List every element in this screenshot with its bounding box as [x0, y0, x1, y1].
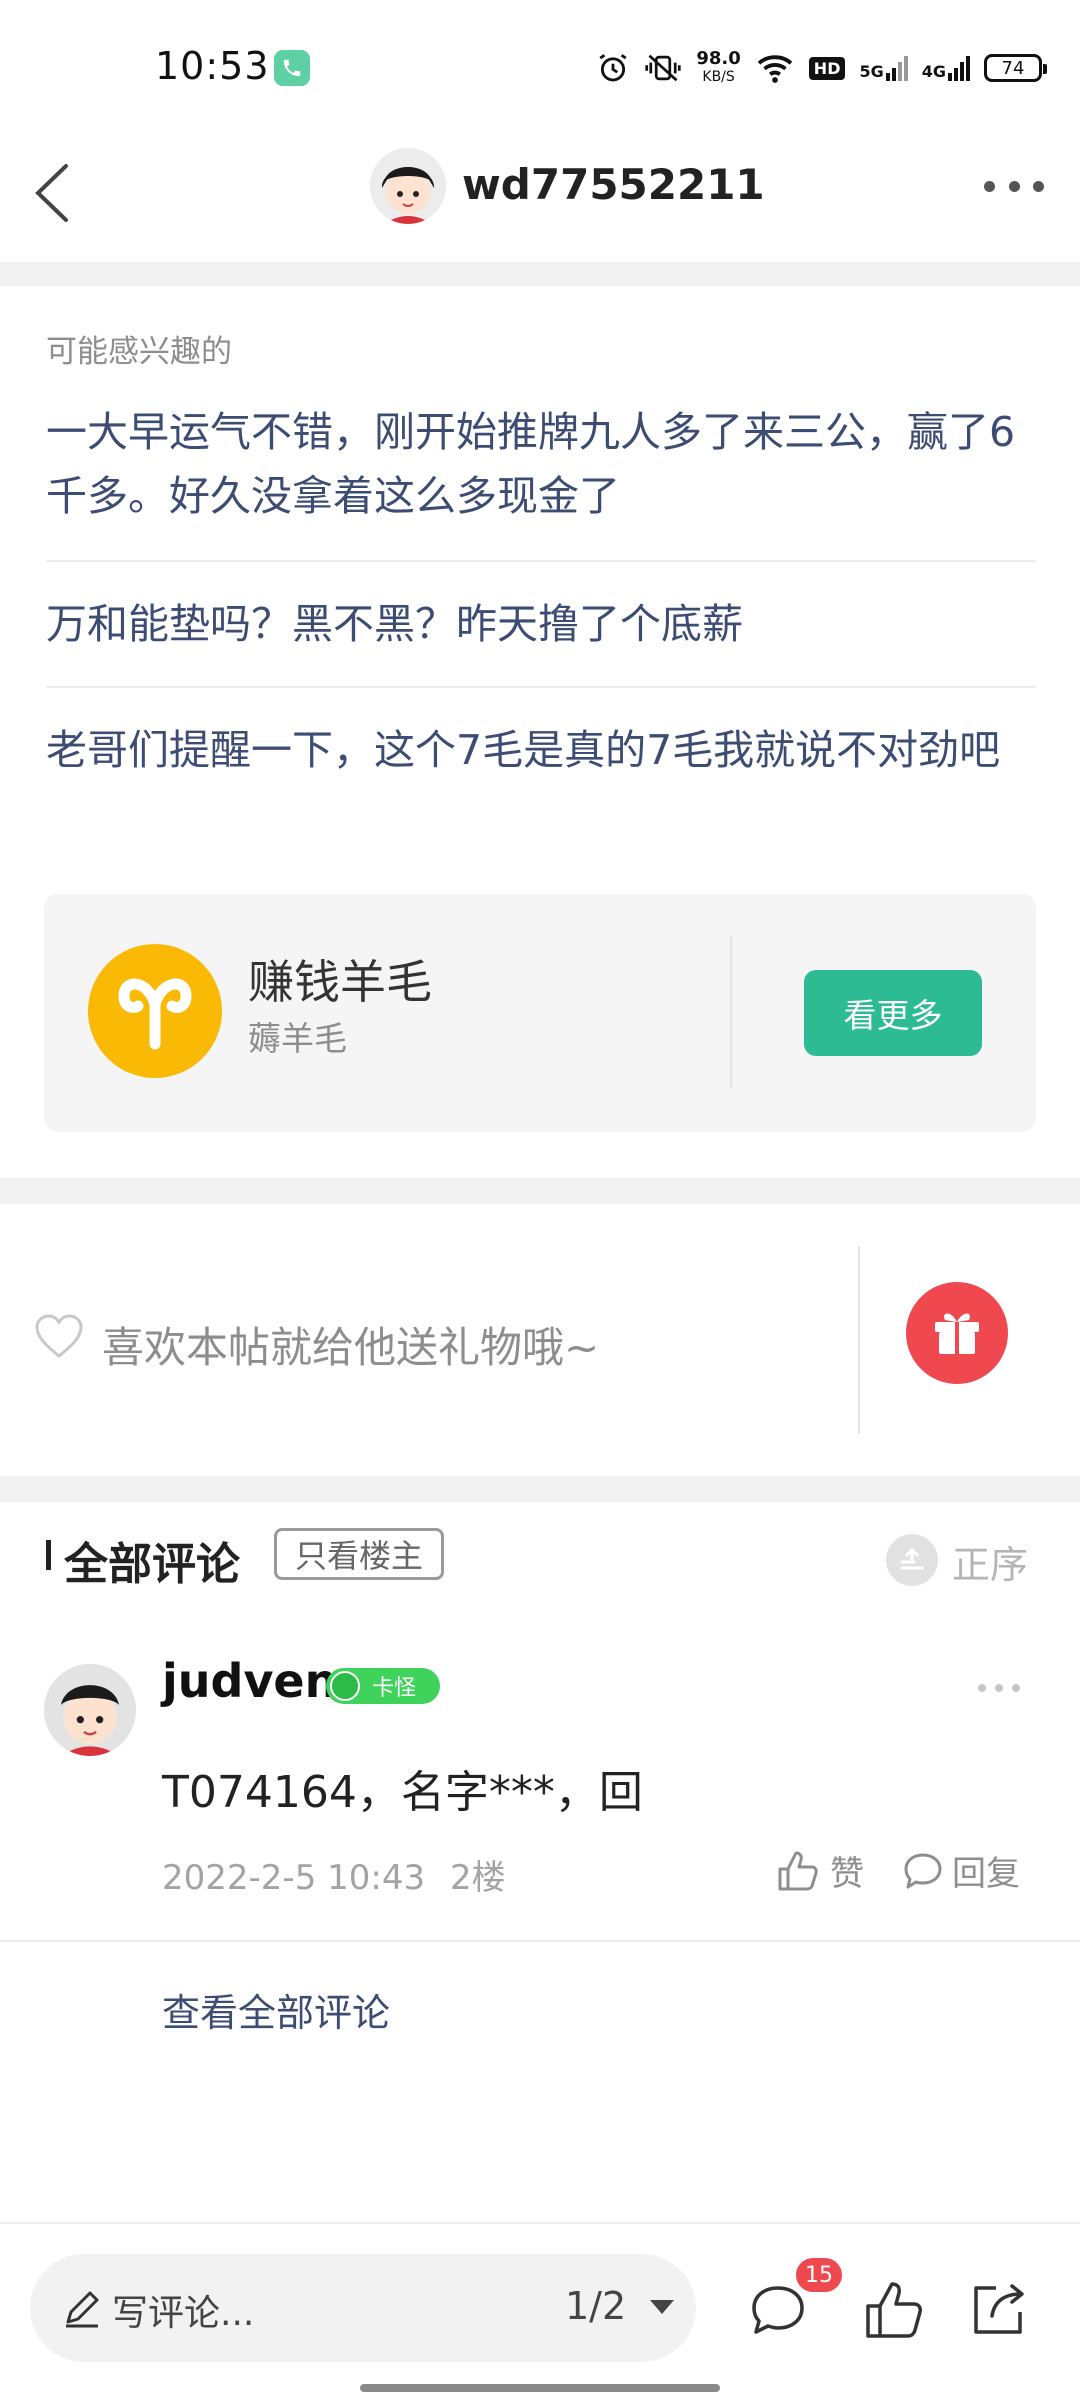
network-speed-value: 98.0 — [696, 48, 741, 69]
divider — [46, 560, 1036, 562]
send-gift-button[interactable] — [906, 1282, 1008, 1384]
author-username[interactable]: wd77552211 — [462, 160, 765, 209]
section-marker — [46, 1540, 51, 1570]
recommendations-title: 可能感兴趣的 — [46, 334, 232, 370]
avatar-icon — [44, 1664, 136, 1756]
avatar-icon — [370, 148, 446, 224]
recommended-post-link[interactable]: 一大早运气不错，刚开始推牌九人多了来三公，赢了6千多。好久没拿着这么多现金了 — [46, 400, 1036, 528]
back-arrow-icon — [35, 164, 68, 222]
signal-4g-label: 4G — [921, 62, 946, 81]
heart-icon[interactable] — [34, 1314, 84, 1360]
battery-icon: 74 — [984, 54, 1047, 82]
recommended-post-link[interactable]: 老哥们提醒一下，这个7毛是真的7毛我就说不对劲吧 — [46, 718, 1036, 782]
section-divider — [0, 1178, 1080, 1204]
divider — [858, 1246, 860, 1434]
comment-count-badge: 15 — [796, 2258, 842, 2292]
alarm-icon — [599, 54, 627, 82]
status-icons: 98.0 KB/S HD 5G 4G 74 — [596, 46, 1047, 90]
commenter-username[interactable]: judven — [162, 1654, 337, 1708]
dot — [1012, 1684, 1020, 1692]
group-logo-icon — [88, 944, 222, 1078]
thumbs-up-icon[interactable] — [862, 2278, 926, 2342]
signal-5g-label: 5G — [859, 62, 884, 81]
user-level-badge: 卡怪 — [326, 1668, 440, 1704]
dot — [1033, 180, 1044, 192]
comment-date: 2022-2-5 10:43 — [162, 1858, 426, 1898]
vibrate-mute-icon — [645, 54, 682, 82]
comment-floor: 2楼 — [449, 1858, 506, 1898]
group-name: 赚钱羊毛 — [248, 955, 432, 1009]
like-comment-button[interactable]: 赞 — [776, 1846, 864, 1895]
comment-meta: 2022-2-5 10:43 2楼 — [162, 1850, 506, 1899]
status-bar: 10:53 98.0 KB/S HD 5G 4G 74 — [0, 0, 1080, 130]
pencil-icon — [66, 2291, 99, 2328]
reply-comment-button[interactable]: 回复 — [902, 1846, 1020, 1895]
more-options-button[interactable] — [984, 174, 1044, 198]
commenter-avatar[interactable] — [44, 1664, 136, 1756]
group-card[interactable]: 赚钱羊毛 薅羊毛 看更多 — [44, 894, 1036, 1132]
comment-more-button[interactable] — [978, 1684, 1020, 1694]
recommended-post-link[interactable]: 万和能垫吗？黑不黑？昨天撸了个底薪 — [46, 592, 1036, 656]
section-divider — [0, 262, 1080, 286]
dot — [1008, 180, 1020, 192]
share-icon[interactable] — [966, 2278, 1030, 2342]
dot — [984, 180, 995, 192]
network-speed-unit: KB/S — [702, 69, 735, 85]
aries-ram-icon — [118, 978, 192, 1050]
comment-text: T074164，名字***，回 — [162, 1767, 643, 1818]
star-icon — [330, 1671, 360, 1701]
only-op-filter-button[interactable]: 只看楼主 — [274, 1528, 445, 1580]
signal-bars-icon — [948, 56, 970, 81]
divider — [0, 1940, 1080, 1942]
author-avatar[interactable] — [370, 148, 446, 224]
see-more-button[interactable]: 看更多 — [804, 970, 982, 1056]
signal-bars-icon — [885, 56, 908, 81]
status-time: 10:53 — [155, 44, 270, 88]
view-all-comments-link[interactable]: 查看全部评论 — [162, 1982, 390, 2037]
hd-icon: HD — [808, 56, 846, 80]
network-speed: 98.0 KB/S — [696, 50, 740, 86]
gift-icon — [935, 1313, 979, 1354]
group-subtitle: 薅羊毛 — [248, 1019, 347, 1058]
write-comment-input[interactable]: 写评论... 1/2 — [30, 2254, 696, 2362]
signal-4g: 4G — [922, 55, 970, 81]
page-dropdown-icon[interactable] — [650, 2300, 674, 2314]
section-divider — [0, 1476, 1080, 1502]
signal-5g: 5G — [859, 55, 908, 81]
back-button[interactable] — [24, 158, 94, 228]
speech-bubble-icon — [904, 1853, 942, 1888]
comment-placeholder: 写评论... — [112, 2293, 255, 2334]
phone-call-icon — [274, 50, 310, 86]
home-indicator[interactable] — [360, 2384, 720, 2392]
wifi-icon — [757, 55, 793, 83]
comments-title: 全部评论 — [64, 1539, 240, 1590]
gift-row: 喜欢本帖就给他送礼物哦~ — [0, 1204, 1080, 1474]
battery-level: 74 — [1001, 57, 1025, 79]
divider — [46, 686, 1036, 688]
sort-order-button[interactable]: 正序 — [952, 1534, 1028, 1589]
divider — [0, 2222, 1080, 2224]
page-indicator[interactable]: 1/2 — [565, 2284, 626, 2328]
gift-prompt-text: 喜欢本帖就给他送礼物哦~ — [102, 1323, 600, 1372]
sort-order-icon[interactable] — [886, 1534, 938, 1586]
reply-label: 回复 — [952, 1854, 1020, 1894]
thumbs-up-icon — [778, 1851, 818, 1890]
divider — [730, 936, 732, 1088]
comments-icon[interactable] — [746, 2278, 810, 2342]
post-detail-page: 10:53 98.0 KB/S HD 5G 4G 74 wd77552211 可… — [0, 0, 1080, 2400]
badge-label: 卡怪 — [372, 1676, 417, 1701]
dot — [995, 1684, 1003, 1692]
like-label: 赞 — [830, 1854, 864, 1894]
dot — [978, 1684, 986, 1692]
top-navigation-bar: wd77552211 — [0, 130, 1080, 260]
